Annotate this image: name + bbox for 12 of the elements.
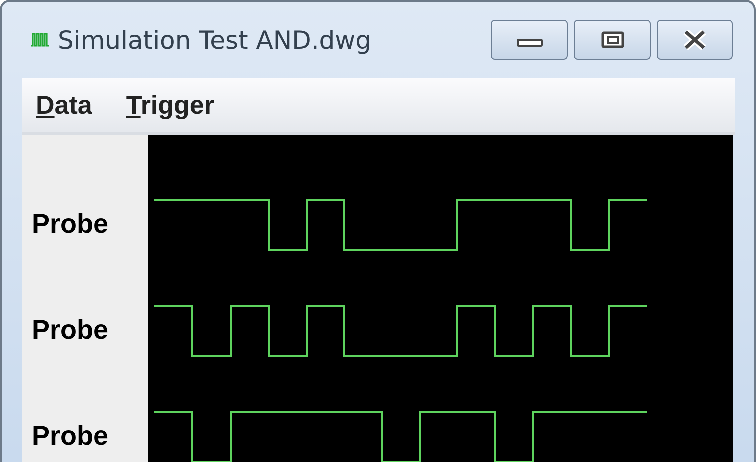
maximize-button[interactable] (574, 20, 651, 60)
probe-label: Probe (32, 315, 109, 345)
probe-label: Probe (32, 209, 109, 239)
close-icon (682, 30, 708, 50)
maximize-icon (600, 31, 624, 49)
probe-label: Probe (32, 421, 109, 451)
square-wave-icon (30, 33, 50, 47)
minimize-button[interactable] (491, 20, 568, 60)
menu-item[interactable]: Data (36, 90, 92, 120)
menu-item[interactable]: Trigger (126, 90, 214, 120)
close-button[interactable] (657, 20, 733, 60)
window-title: Simulation Test AND.dwg (58, 26, 372, 54)
